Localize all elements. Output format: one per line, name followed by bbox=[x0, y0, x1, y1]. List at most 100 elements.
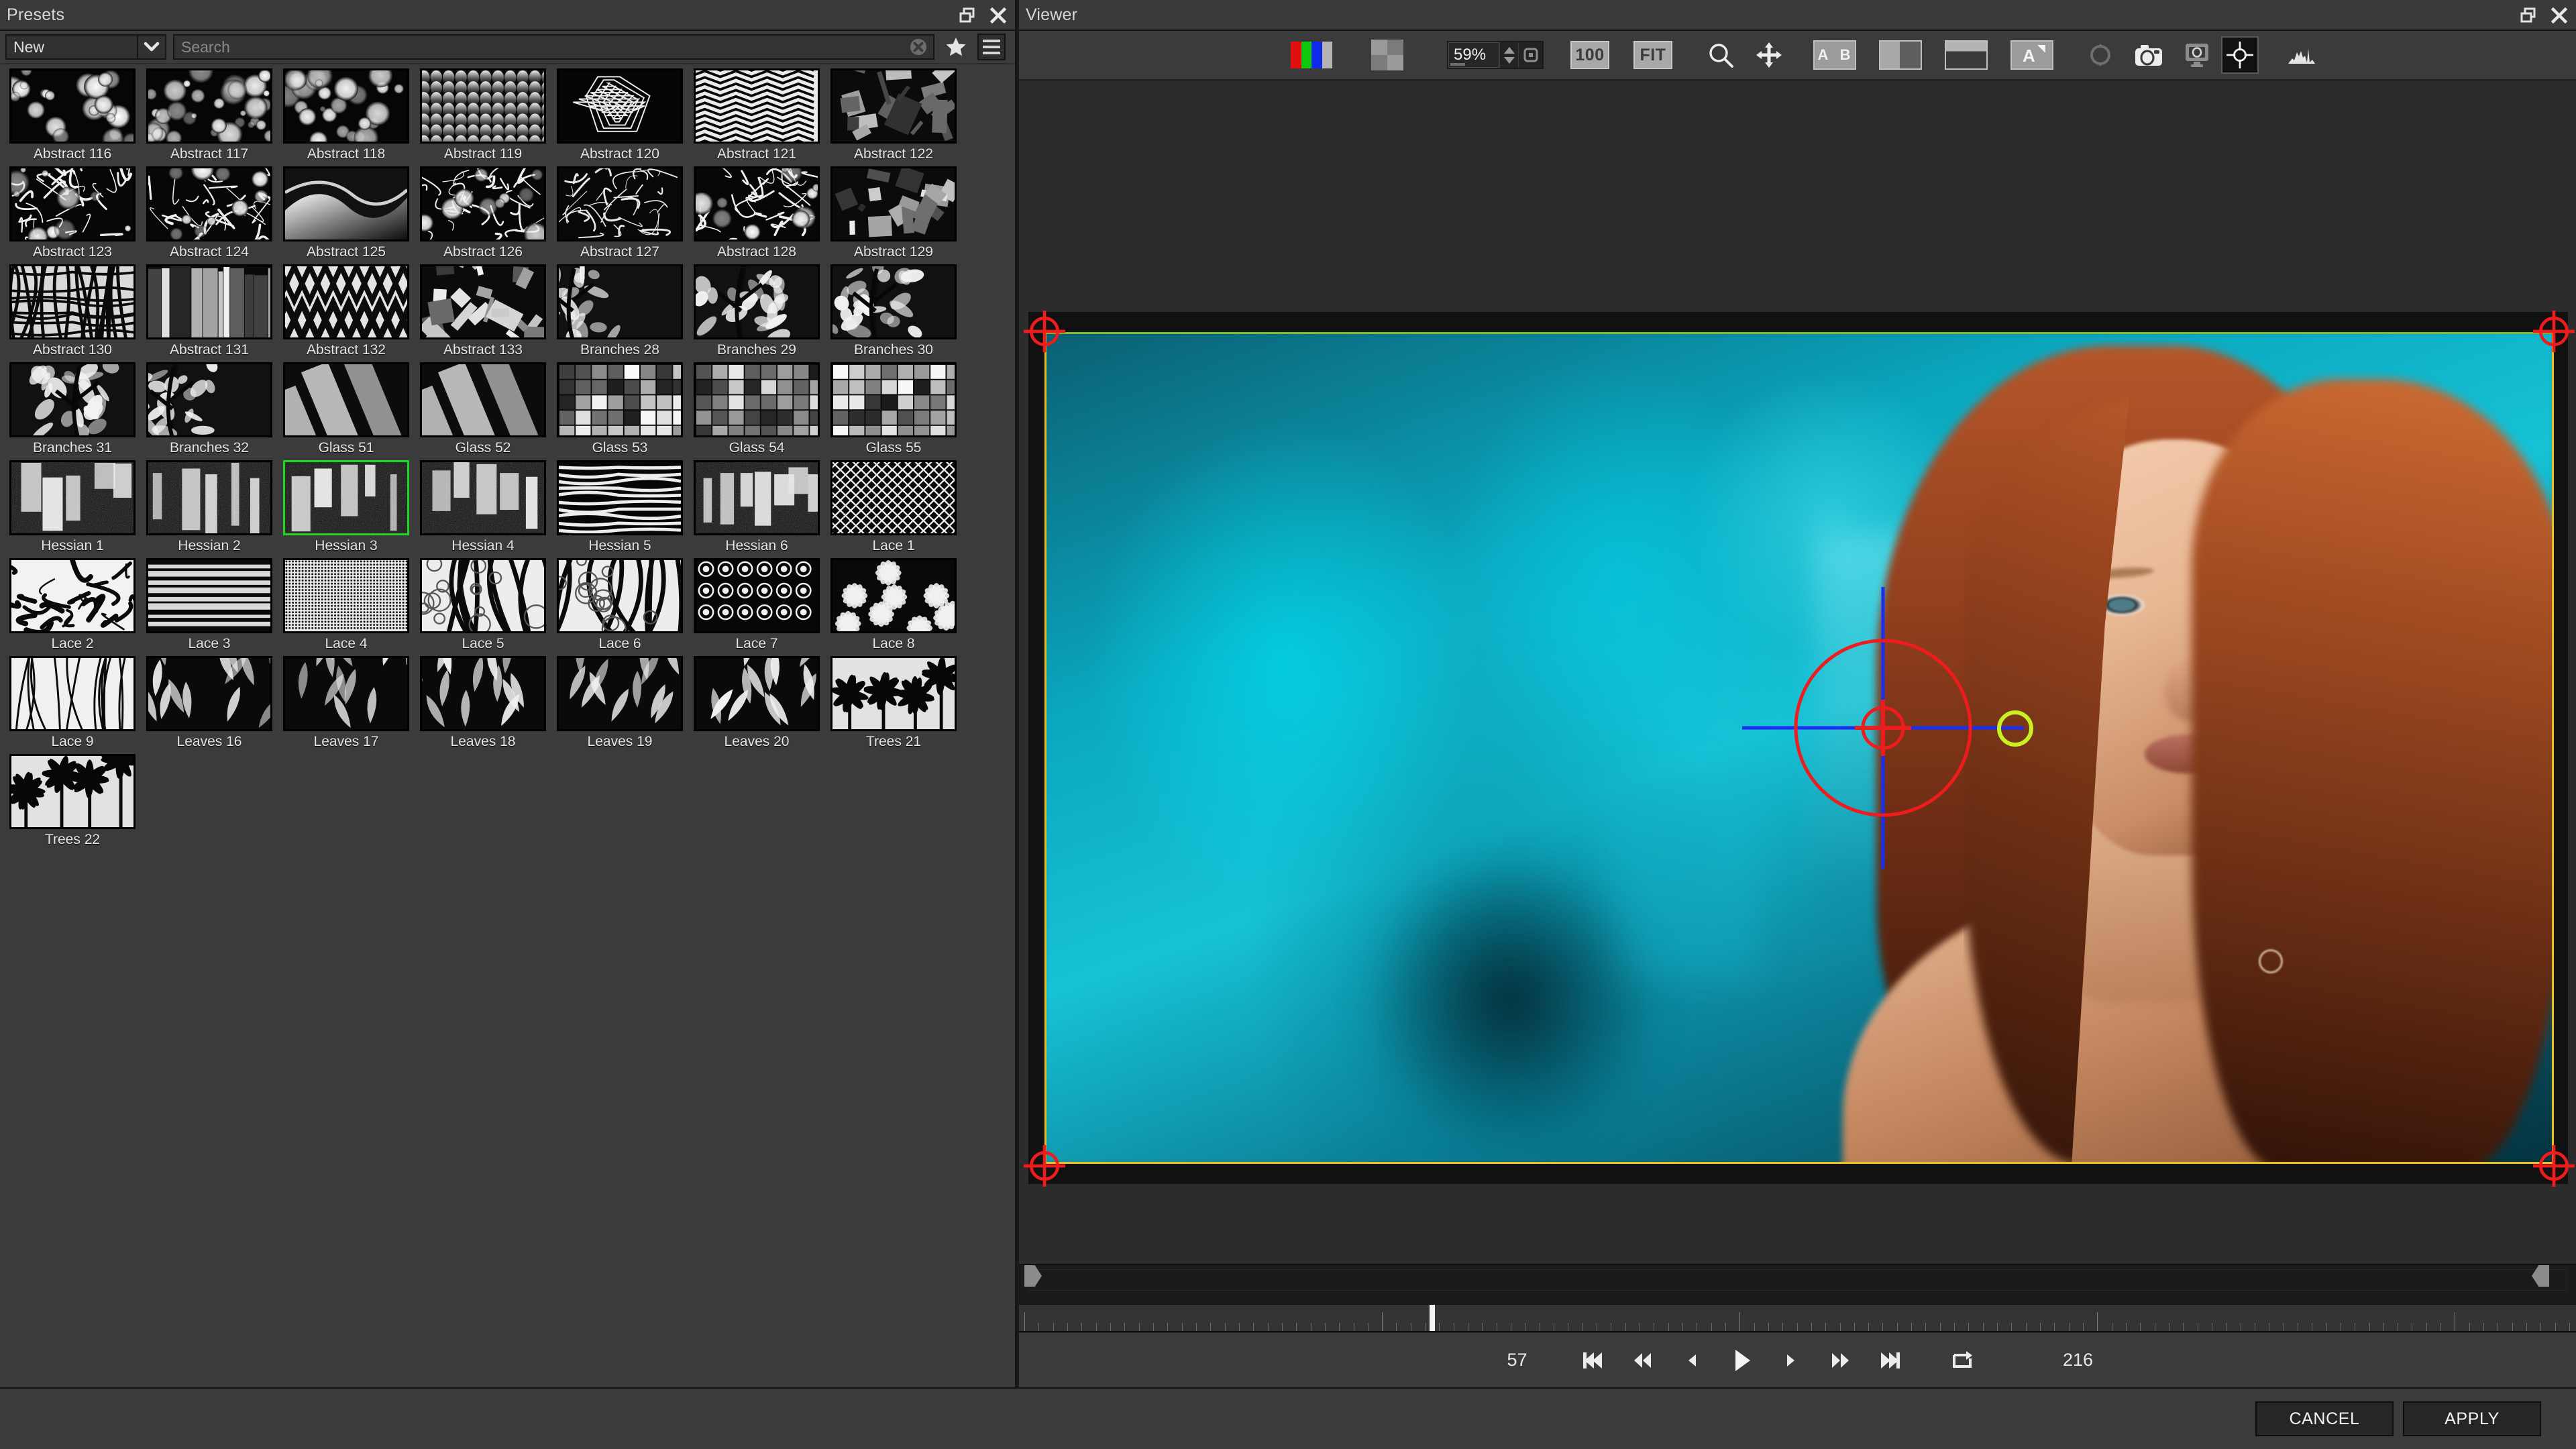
current-frame-number[interactable]: 57 bbox=[1467, 1350, 1568, 1371]
preset-item[interactable]: Abstract 121 bbox=[690, 68, 824, 162]
clear-search-icon[interactable] bbox=[904, 36, 933, 58]
pan-move-icon[interactable] bbox=[1745, 38, 1793, 72]
refresh-cycle-icon[interactable] bbox=[2076, 38, 2125, 72]
zoom-level-input[interactable]: 59% bbox=[1448, 42, 1499, 68]
preset-item[interactable]: Glass 52 bbox=[416, 362, 550, 456]
rewind-button[interactable] bbox=[1617, 1340, 1667, 1381]
preset-item[interactable]: Abstract 132 bbox=[279, 264, 413, 358]
close-window-icon[interactable] bbox=[988, 5, 1008, 25]
skip-to-end-button[interactable] bbox=[1866, 1340, 1915, 1381]
timeline-playhead[interactable] bbox=[1429, 1305, 1435, 1331]
ruler-tick-minor bbox=[1939, 1323, 1941, 1331]
preset-item[interactable]: Lace 3 bbox=[142, 558, 276, 652]
preset-item[interactable]: Abstract 130 bbox=[5, 264, 140, 358]
preset-item[interactable]: Branches 30 bbox=[826, 264, 961, 358]
preset-item[interactable]: Abstract 116 bbox=[5, 68, 140, 162]
presets-menu-button[interactable] bbox=[977, 34, 1006, 60]
magnifier-icon[interactable] bbox=[1697, 38, 1745, 72]
restore-window-icon[interactable] bbox=[2518, 5, 2538, 25]
preset-item[interactable]: Abstract 131 bbox=[142, 264, 276, 358]
preset-item[interactable]: Abstract 133 bbox=[416, 264, 550, 358]
apply-button[interactable]: APPLY bbox=[2403, 1401, 2541, 1436]
preset-item[interactable]: Branches 29 bbox=[690, 264, 824, 358]
loop-button[interactable] bbox=[1938, 1340, 1988, 1381]
zoom-fit-button[interactable]: FIT bbox=[1633, 41, 1672, 69]
target-crosshair-icon[interactable] bbox=[2221, 36, 2259, 74]
preset-item[interactable]: Abstract 117 bbox=[142, 68, 276, 162]
play-button[interactable] bbox=[1717, 1340, 1766, 1381]
presets-grid[interactable]: Abstract 116 Abstract 117 Abstract 118 Abst… bbox=[0, 64, 1015, 1387]
search-input[interactable] bbox=[174, 36, 904, 58]
zoom-100-button[interactable]: 100 bbox=[1570, 41, 1609, 69]
close-window-icon[interactable] bbox=[2549, 5, 2569, 25]
preset-item[interactable]: Glass 55 bbox=[826, 362, 961, 456]
preset-item[interactable]: Lace 5 bbox=[416, 558, 550, 652]
viewer-stage[interactable] bbox=[1019, 80, 2576, 1264]
preset-item[interactable]: Abstract 118 bbox=[279, 68, 413, 162]
preset-item[interactable]: Glass 53 bbox=[553, 362, 687, 456]
preset-item[interactable]: Lace 1 bbox=[826, 460, 961, 554]
fast-forward-button[interactable] bbox=[1816, 1340, 1866, 1381]
preset-item[interactable]: Branches 28 bbox=[553, 264, 687, 358]
preset-item[interactable]: Abstract 123 bbox=[5, 166, 140, 260]
alpha-checkerboard-icon[interactable] bbox=[1368, 38, 1407, 72]
zoom-reset-icon[interactable] bbox=[1518, 42, 1542, 68]
preset-item[interactable]: Lace 9 bbox=[5, 656, 140, 750]
preset-item[interactable]: Branches 31 bbox=[5, 362, 140, 456]
preset-item[interactable]: Trees 22 bbox=[5, 754, 140, 848]
preset-thumbnail bbox=[283, 264, 409, 339]
total-frames-number[interactable]: 216 bbox=[2028, 1350, 2129, 1371]
preset-item[interactable]: Abstract 124 bbox=[142, 166, 276, 260]
preset-item[interactable]: Abstract 120 bbox=[553, 68, 687, 162]
preset-item[interactable]: Lace 8 bbox=[826, 558, 961, 652]
preset-item[interactable]: Abstract 119 bbox=[416, 68, 550, 162]
timeline-ruler[interactable] bbox=[1019, 1304, 2576, 1332]
monitor-output-icon[interactable] bbox=[2173, 38, 2221, 72]
step-back-button[interactable] bbox=[1667, 1340, 1717, 1381]
preset-category-select[interactable]: New bbox=[5, 34, 166, 60]
preset-item[interactable]: Leaves 17 bbox=[279, 656, 413, 750]
preset-item[interactable]: Hessian 5 bbox=[553, 460, 687, 554]
step-forward-button[interactable] bbox=[1766, 1340, 1816, 1381]
rgb-channels-icon[interactable] bbox=[1287, 38, 1336, 72]
scrub-range-bar[interactable] bbox=[1019, 1264, 2576, 1304]
preset-item[interactable]: Hessian 4 bbox=[416, 460, 550, 554]
split-vertical-icon[interactable] bbox=[1879, 40, 1922, 70]
preset-item[interactable]: Abstract 128 bbox=[690, 166, 824, 260]
preset-item[interactable]: Lace 2 bbox=[5, 558, 140, 652]
preset-item[interactable]: Hessian 1 bbox=[5, 460, 140, 554]
preset-item[interactable]: Abstract 125 bbox=[279, 166, 413, 260]
text-overlay-icon[interactable]: A bbox=[2010, 40, 2053, 70]
cancel-button[interactable]: CANCEL bbox=[2255, 1401, 2394, 1436]
preset-item[interactable]: Lace 4 bbox=[279, 558, 413, 652]
preset-item[interactable]: Branches 32 bbox=[142, 362, 276, 456]
ab-compare-button[interactable]: A B bbox=[1813, 40, 1856, 70]
zoom-stepper-icon[interactable] bbox=[1499, 42, 1518, 68]
preset-item[interactable]: Abstract 126 bbox=[416, 166, 550, 260]
preset-item[interactable]: Leaves 20 bbox=[690, 656, 824, 750]
preset-item[interactable]: Trees 21 bbox=[826, 656, 961, 750]
preset-item[interactable]: Abstract 122 bbox=[826, 68, 961, 162]
preset-item[interactable]: Glass 54 bbox=[690, 362, 824, 456]
preset-item[interactable]: Leaves 18 bbox=[416, 656, 550, 750]
ruler-tick-minor bbox=[2011, 1323, 2012, 1331]
split-horizontal-icon[interactable] bbox=[1945, 40, 1988, 70]
histogram-icon[interactable] bbox=[2277, 38, 2326, 72]
preset-item[interactable]: Leaves 16 bbox=[142, 656, 276, 750]
restore-window-icon[interactable] bbox=[957, 5, 977, 25]
preset-thumbnail bbox=[830, 166, 957, 241]
preset-item[interactable]: Lace 7 bbox=[690, 558, 824, 652]
preset-item[interactable]: Hessian 2 bbox=[142, 460, 276, 554]
preset-item[interactable]: Glass 51 bbox=[279, 362, 413, 456]
preset-item[interactable]: Abstract 127 bbox=[553, 166, 687, 260]
favorite-star-icon[interactable] bbox=[941, 34, 971, 60]
preset-item[interactable]: Hessian 6 bbox=[690, 460, 824, 554]
preset-item[interactable]: Lace 6 bbox=[553, 558, 687, 652]
scrub-track[interactable] bbox=[1028, 1269, 2567, 1291]
preset-item[interactable]: Abstract 129 bbox=[826, 166, 961, 260]
preset-item[interactable]: Hessian 3 bbox=[279, 460, 413, 554]
camera-snapshot-icon[interactable] bbox=[2125, 38, 2173, 72]
viewer-canvas[interactable] bbox=[1024, 311, 2575, 1187]
skip-to-start-button[interactable] bbox=[1568, 1340, 1617, 1381]
preset-item[interactable]: Leaves 19 bbox=[553, 656, 687, 750]
